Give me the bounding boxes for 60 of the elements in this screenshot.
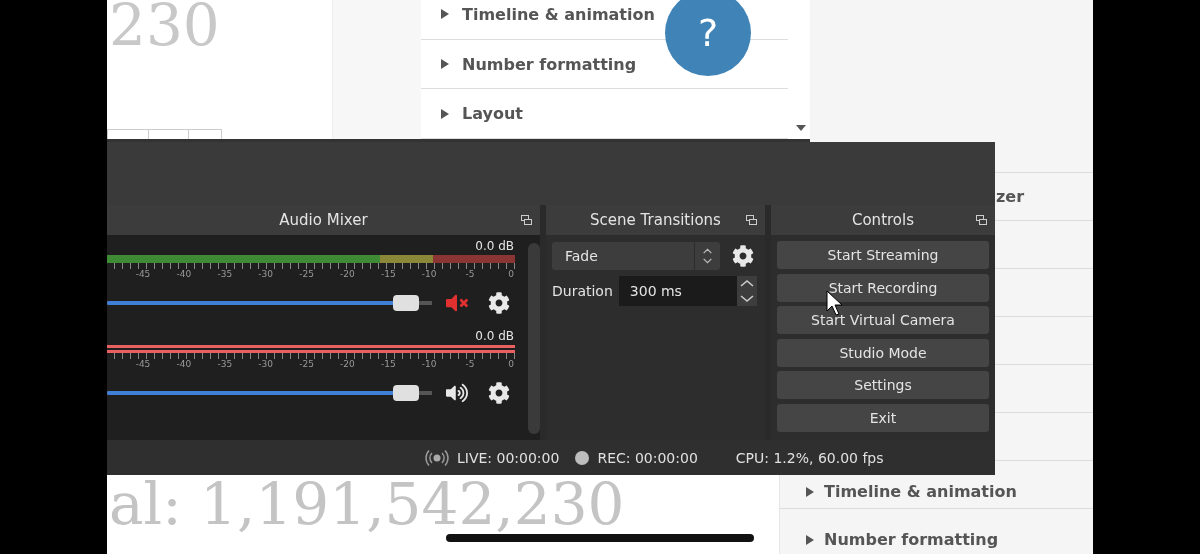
section-label: Number formatting: [462, 54, 637, 74]
scale-label: -35: [217, 269, 233, 279]
scale-label: -20: [340, 359, 355, 369]
dock-title: Scene Transitions: [590, 211, 721, 229]
level-reading: 0.0 dB: [475, 239, 515, 255]
scale-label: -40: [176, 359, 192, 369]
broadcast-icon: [425, 448, 449, 467]
scale-label: -30: [258, 359, 273, 369]
control-button[interactable]: Studio Mode: [777, 338, 989, 367]
duration-label: Duration: [552, 283, 613, 299]
section-label: Timeline & animation: [462, 4, 655, 24]
scale-label: -10: [421, 269, 437, 279]
control-button[interactable]: Start Streaming: [777, 241, 989, 269]
rec-timer: REC: 00:00:00: [597, 449, 698, 466]
float-icon[interactable]: [521, 215, 532, 225]
section-label: zer: [996, 187, 1025, 206]
speaker-icon[interactable]: [446, 382, 468, 404]
total-count: al: 1,191,542,230: [109, 475, 626, 533]
live-timer: LIVE: 00:00:00: [457, 449, 560, 466]
section-label: Timeline & animation: [824, 482, 1017, 501]
slider-thumb[interactable]: [393, 295, 419, 311]
settings-icon[interactable]: [488, 382, 510, 404]
control-button[interactable]: Start Recording: [777, 273, 989, 302]
scale-label: -35: [217, 359, 233, 369]
scale-label: -5: [465, 359, 475, 369]
dock-title: Controls: [851, 211, 914, 229]
scale-label: -45: [135, 359, 151, 369]
control-button[interactable]: Start Virtual Camera: [777, 306, 989, 335]
float-icon[interactable]: [976, 215, 987, 225]
scale-label: -30: [258, 269, 273, 279]
scale-label: -45: [135, 269, 151, 279]
scale-label: -25: [299, 359, 314, 369]
scale-label: 0: [508, 269, 514, 279]
scale-label: -40: [176, 269, 192, 279]
control-button[interactable]: Settings: [777, 371, 989, 400]
settings-icon[interactable]: [488, 292, 510, 314]
scale-label: -20: [340, 269, 355, 279]
duration-field[interactable]: 300 ms: [618, 276, 737, 306]
dock-title: Audio Mixer: [279, 211, 368, 229]
help-button[interactable]: ?: [665, 0, 751, 76]
record-dot-icon: [575, 450, 590, 465]
control-button[interactable]: Exit: [777, 403, 989, 432]
float-icon[interactable]: [746, 215, 757, 225]
settings-icon[interactable]: [732, 245, 754, 267]
section-label: Layout: [462, 104, 523, 124]
cpu-stats: CPU: 1.2%, 60.00 fps: [735, 449, 884, 466]
scale-label: 0: [508, 359, 514, 369]
scrollbar[interactable]: [528, 243, 540, 434]
transition-select[interactable]: Fade: [552, 242, 720, 270]
scroll-down-icon[interactable]: [796, 125, 806, 131]
scale-label: -10: [421, 359, 437, 369]
slider-thumb[interactable]: [393, 385, 419, 401]
scale-label: -5: [465, 269, 475, 279]
scale-label: -15: [381, 359, 396, 369]
spin-buttons[interactable]: [736, 276, 757, 306]
muted-speaker-icon[interactable]: [446, 292, 468, 314]
section-label: Number formatting: [824, 530, 999, 549]
level-reading: 0.0 dB: [475, 329, 515, 345]
scale-label: -25: [299, 269, 314, 279]
scale-label: -15: [381, 269, 396, 279]
